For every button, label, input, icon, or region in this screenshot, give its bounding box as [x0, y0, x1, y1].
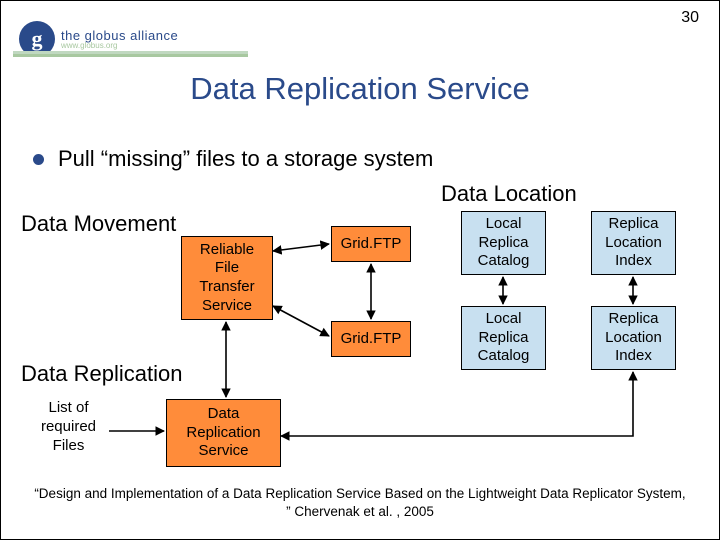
logo-url: www.globus.org — [61, 42, 178, 50]
bullet-text: Pull “missing” files to a storage system — [58, 146, 433, 172]
bullet-dot-icon — [33, 154, 44, 165]
logo-underline — [13, 51, 248, 57]
page-number: 30 — [681, 9, 699, 27]
citation-text: “Design and Implementation of a Data Rep… — [1, 485, 719, 521]
bullet-item: Pull “missing” files to a storage system — [33, 146, 433, 172]
page-title: Data Replication Service — [1, 71, 719, 107]
diagram-arrows — [21, 181, 701, 481]
architecture-diagram: Data Location Data Movement Data Replica… — [21, 181, 701, 481]
logo-brand: the globus alliance — [61, 29, 178, 42]
